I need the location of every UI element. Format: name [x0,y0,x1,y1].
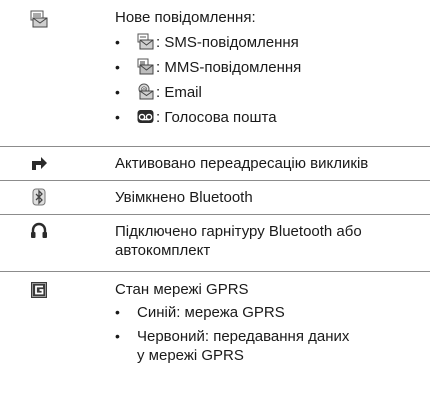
bullet: • [115,84,120,100]
voicemail-icon [137,110,154,123]
mms-icon [137,58,154,75]
bluetooth-icon [32,188,46,206]
bullet-text: Червоний: передавання даних у мережі GPR… [137,328,350,364]
bullet-text: : SMS-повідомлення [156,34,299,51]
row-title: Стан мережі GPRS [115,281,249,298]
sms-icon [137,33,154,50]
row-title: Нове повідомлення: [115,9,256,26]
table-row: Стан мережі GPRS • Синій: мережа GPRS • … [0,272,430,392]
bullet: • [115,328,120,344]
bullet: • [115,109,120,125]
gprs-icon [31,282,47,298]
email-icon: @ [138,83,154,100]
bullet: • [115,59,120,75]
row-title: Підключено гарнітуру Bluetooth або авток… [115,223,362,259]
new-message-icon [30,10,48,28]
bullet-text: Синій: мережа GPRS [137,304,285,321]
table-row: Нове повідомлення: • : SMS-повідомлення … [0,0,430,147]
headset-icon [31,222,47,238]
bullet: • [115,304,120,320]
table-row: Підключено гарнітуру Bluetooth або авток… [0,215,430,272]
table-row: Увімкнено Bluetooth [0,181,430,215]
bullet-text: : MMS-повідомлення [156,59,302,76]
call-forwarding-icon [32,157,47,170]
bullet-text: : Email [156,84,202,101]
bullet: • [115,34,120,50]
table-row: Активовано переадресацію викликів [0,147,430,181]
row-title: Увімкнено Bluetooth [115,189,253,206]
bullet-text: : Голосова пошта [156,109,277,126]
row-title: Активовано переадресацію викликів [115,155,369,172]
